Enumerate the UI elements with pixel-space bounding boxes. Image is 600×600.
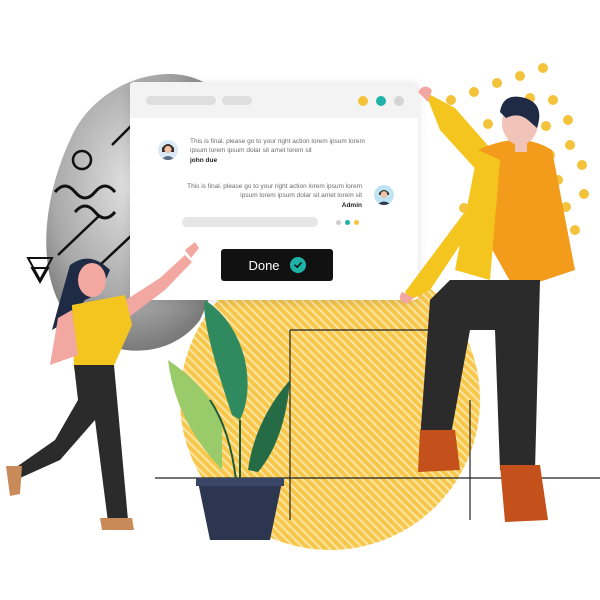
man-figure (399, 86, 575, 522)
foreground-illustration (6, 86, 575, 540)
woman-figure (6, 242, 199, 530)
potted-plant (168, 300, 290, 540)
illustration-scene: This is final. please go to your right a… (0, 0, 600, 600)
